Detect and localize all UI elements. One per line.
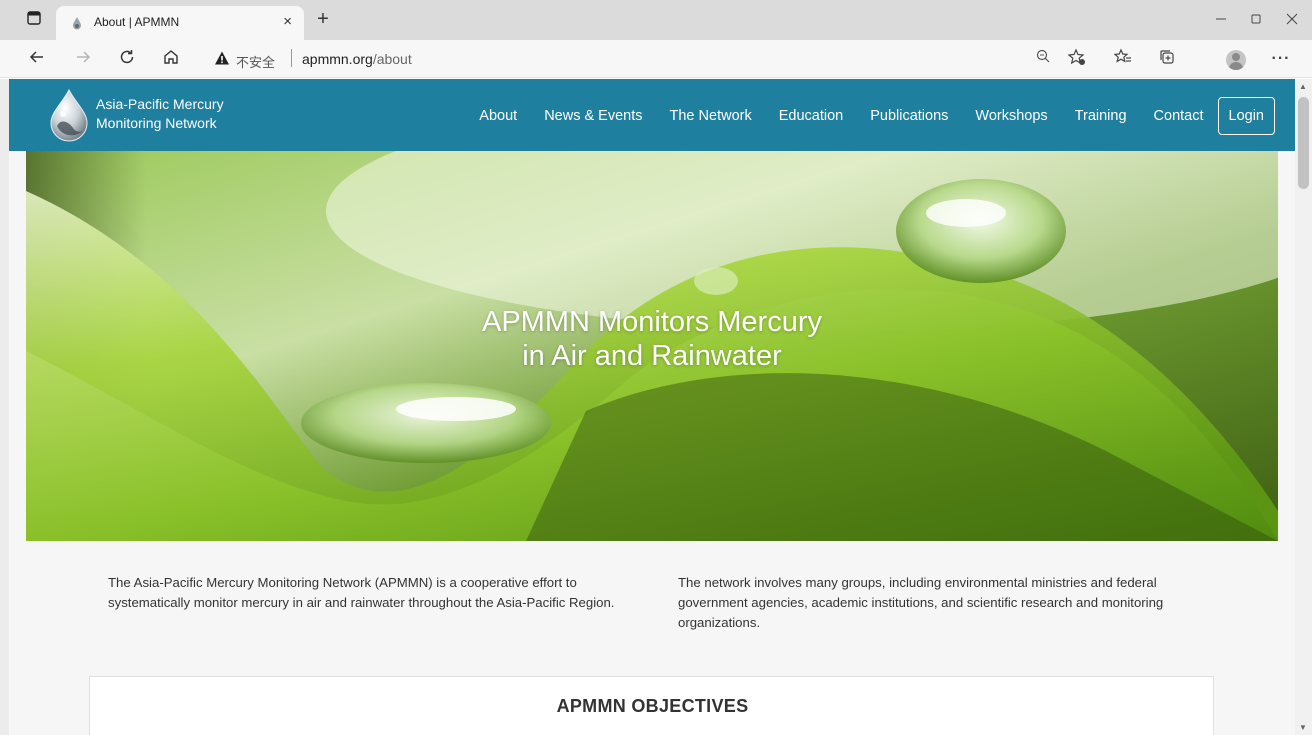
intro-text-left: The Asia-Pacific Mercury Monitoring Netw… — [108, 575, 615, 610]
tab-actions-icon[interactable] — [24, 10, 44, 30]
back-icon[interactable] — [26, 48, 48, 70]
nav-education[interactable]: Education — [779, 97, 844, 135]
insecure-label[interactable]: 不安全 — [236, 52, 275, 71]
address-separator — [291, 49, 292, 67]
site-navbar: Asia-Pacific Mercury Monitoring Network … — [9, 79, 1295, 151]
maximize-icon[interactable] — [1244, 10, 1268, 30]
more-icon[interactable]: ··· — [1270, 48, 1292, 70]
nav-publications[interactable]: Publications — [870, 97, 948, 135]
close-window-icon[interactable] — [1280, 10, 1304, 30]
nav-the-network[interactable]: The Network — [670, 97, 752, 135]
refresh-icon[interactable] — [116, 48, 138, 70]
address-bar[interactable]: 不安全 apmmn.org/about — [196, 44, 1100, 74]
nav-workshops[interactable]: Workshops — [975, 97, 1047, 135]
main-nav: About News & Events The Network Educatio… — [452, 97, 1275, 135]
brand-line-2: Monitoring Network — [96, 115, 217, 131]
login-button[interactable]: Login — [1217, 97, 1275, 135]
address-path: /about — [372, 51, 412, 67]
site-brand[interactable]: Asia-Pacific Mercury Monitoring Network — [96, 95, 224, 133]
home-icon[interactable] — [160, 48, 182, 70]
tab-title: About | APMMN — [94, 15, 180, 29]
intro-text-right: The network involves many groups, includ… — [678, 575, 1164, 630]
address-url[interactable]: apmmn.org/about — [302, 51, 412, 67]
scroll-up-arrow-icon[interactable]: ▲ — [1299, 82, 1307, 91]
mercury-drop-logo-icon[interactable] — [47, 88, 91, 142]
nav-contact[interactable]: Contact — [1154, 97, 1204, 135]
forward-icon[interactable] — [72, 48, 94, 70]
nav-about[interactable]: About — [479, 97, 517, 135]
hero-title: APMMN Monitors Mercury in Air and Rainwa… — [26, 305, 1278, 373]
minimize-icon[interactable] — [1209, 10, 1233, 30]
warning-icon[interactable] — [214, 50, 230, 66]
favorites-icon[interactable] — [1112, 48, 1134, 70]
brand-line-1: Asia-Pacific Mercury — [96, 96, 224, 112]
zoom-icon[interactable] — [1032, 48, 1054, 70]
scroll-thumb[interactable] — [1298, 97, 1309, 189]
hero-title-line-1: APMMN Monitors Mercury — [482, 306, 822, 338]
close-icon[interactable]: × — [283, 13, 292, 30]
profile-icon[interactable] — [1226, 50, 1246, 70]
hero-title-line-2: in Air and Rainwater — [522, 340, 782, 372]
browser-tabstrip: About | APMMN × + — [0, 0, 1312, 40]
page-viewport: Asia-Pacific Mercury Monitoring Network … — [0, 79, 1312, 735]
address-host: apmmn.org — [302, 51, 373, 67]
browser-toolbar: 不安全 apmmn.org/about ··· — [0, 40, 1312, 78]
site-page: Asia-Pacific Mercury Monitoring Network … — [9, 79, 1295, 735]
objectives-card: APMMN OBJECTIVES — [89, 676, 1214, 735]
scroll-down-arrow-icon[interactable]: ▼ — [1299, 723, 1307, 732]
nav-news-events[interactable]: News & Events — [544, 97, 642, 135]
nav-training[interactable]: Training — [1075, 97, 1127, 135]
add-favorite-icon[interactable] — [1066, 48, 1088, 70]
favicon-drop-icon — [73, 17, 81, 30]
browser-tab-active[interactable]: About | APMMN × — [56, 6, 304, 40]
plus-icon[interactable]: + — [312, 8, 334, 30]
collections-icon[interactable] — [1156, 48, 1178, 70]
page-scrollbar[interactable]: ▲ ▼ — [1295, 79, 1312, 735]
hero-banner: APMMN Monitors Mercury in Air and Rainwa… — [26, 151, 1278, 541]
objectives-title: APMMN OBJECTIVES — [556, 696, 749, 716]
